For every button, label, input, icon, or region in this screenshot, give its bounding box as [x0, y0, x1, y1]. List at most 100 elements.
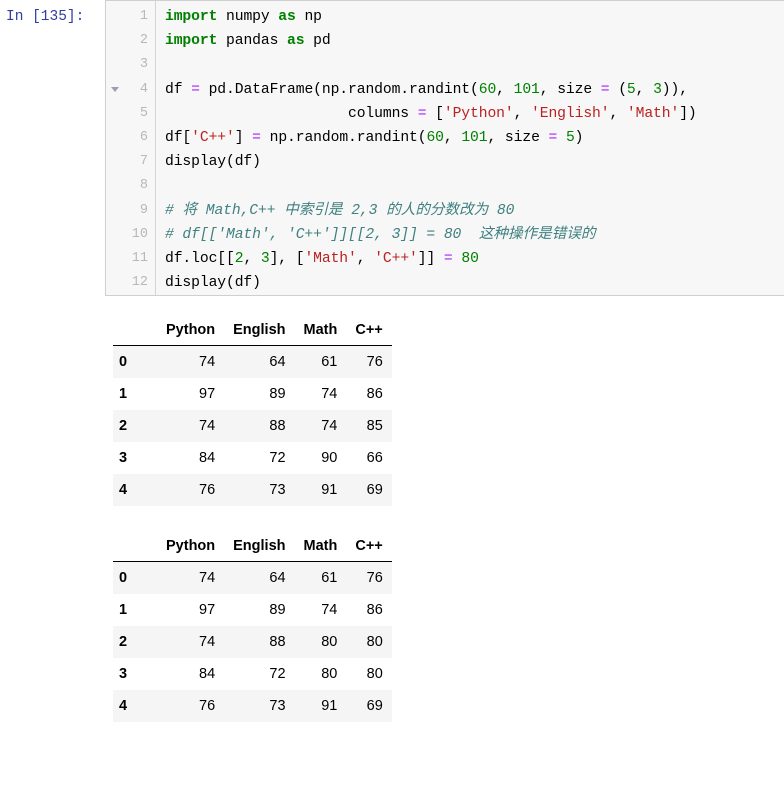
code-token: ( [609, 81, 627, 98]
code-content[interactable]: import numpy as np import pandas as pd df… [156, 1, 784, 295]
row-index-cell: 1 [119, 602, 128, 618]
table-cell: 89 [269, 602, 286, 618]
table-cell: 74 [199, 354, 216, 370]
row-index-cell: 2 [119, 634, 128, 650]
row-index-cell: 4 [119, 482, 128, 498]
code-token: 5 [626, 81, 636, 98]
table-row: 0 74 64 61 76 [113, 345, 392, 378]
code-token: , [635, 81, 654, 98]
table-cell: 69 [366, 698, 383, 714]
code-line: display(df) [165, 150, 784, 174]
code-token: import [165, 9, 218, 25]
table-cell: 90 [321, 450, 338, 466]
line-number: 4 [139, 81, 148, 97]
line-number: 5 [139, 105, 148, 121]
table-header-row: Python English Math C++ [113, 318, 392, 346]
code-token: = [191, 81, 200, 98]
line-number: 1 [139, 9, 148, 24]
line-number: 3 [139, 57, 148, 73]
chevron-down-icon[interactable] [111, 87, 119, 92]
code-token: display(df) [165, 154, 261, 171]
code-line: display(df) [165, 271, 784, 295]
line-number: 10 [131, 226, 148, 242]
row-index-cell: 2 [119, 418, 128, 434]
code-line: columns = ['Python', 'English', 'Math']) [165, 102, 784, 126]
row-index-cell: 3 [119, 666, 128, 682]
table-corner-cell [113, 534, 157, 562]
table-header-row: Python English Math C++ [113, 534, 392, 562]
table-cell: 84 [199, 450, 216, 466]
code-token: = [443, 250, 453, 267]
table-cell: 72 [269, 666, 286, 682]
column-header-cpp: C++ [346, 534, 392, 562]
code-editor-area[interactable]: 1 2 3 4 5 6 7 8 9 10 11 12 import numpy as np import… [105, 0, 784, 296]
row-index-cell: 4 [119, 698, 128, 714]
table-cell: 88 [269, 634, 286, 650]
code-token: , [356, 250, 375, 267]
code-token: , [609, 105, 627, 122]
table-cell: 89 [269, 386, 286, 402]
table-cell: 64 [269, 354, 286, 370]
code-token: np [295, 9, 322, 25]
output-spacer-mid [0, 506, 784, 534]
row-index-cell: 1 [119, 386, 128, 402]
output-spacer-top [0, 296, 784, 318]
output-area-first: Python English Math C++ 0 74 64 61 76 1 97 89 74 86 2 7… [0, 318, 784, 506]
table-cell: 61 [321, 570, 338, 586]
code-token: , [243, 250, 261, 267]
notebook-code-cell[interactable]: In [135]: 1 2 3 4 5 6 7 8 9 10 11 12 import numpy a… [0, 0, 784, 296]
code-token: pandas [217, 33, 288, 50]
code-line: df = pd.DataFrame(np.random.randint(60 , … [165, 78, 784, 102]
code-token: pd.DataFrame(np.random.randint( [199, 81, 479, 98]
code-line: df['C++'] = np.random.randint(60, 101, s… [165, 126, 784, 150]
table-cell: 74 [321, 602, 338, 618]
code-token: numpy [217, 9, 279, 25]
table-cell: 74 [199, 634, 216, 650]
line-number: 9 [139, 202, 148, 218]
table-cell: 86 [366, 602, 383, 618]
table-cell: 97 [199, 602, 216, 618]
code-token: 60 [426, 129, 444, 146]
row-index-cell: 0 [119, 354, 128, 370]
table-cell: 86 [366, 386, 383, 402]
table-row: 3 84 72 90 66 [113, 442, 392, 474]
table-row: 2 74 88 74 85 [113, 410, 392, 442]
code-token: ] [234, 129, 253, 146]
code-line: df.loc[[2, 3], ['Math', 'C++']] = 80 [165, 247, 784, 271]
code-token: as [287, 33, 305, 50]
code-token: 'Python' [443, 105, 514, 122]
code-line: # df[['Math', 'C++']][[2, 3]] = 80 这种操作是… [165, 223, 784, 247]
column-header-english: English [224, 534, 295, 562]
code-token: 'Math' [304, 250, 357, 267]
code-token: # 将 Math,C++ 中索引是 2,3 的人的分数改为 80 [165, 202, 515, 219]
code-token: 101 [513, 81, 540, 98]
code-line: import pandas as pd [165, 29, 784, 53]
code-token: 3 [653, 81, 662, 98]
row-index-cell: 3 [119, 450, 128, 466]
code-token: ) [574, 129, 584, 146]
dataframe-table-before: Python English Math C++ 0 74 64 61 76 1 97 89 74 86 2 7… [113, 318, 392, 506]
code-token: )), [661, 81, 688, 98]
code-fold-gutter[interactable] [106, 1, 124, 295]
code-token: # df[['Math', 'C++']][[2, 3]] = 80 这种操作是… [165, 226, 596, 243]
line-number: 2 [139, 33, 148, 49]
table-cell: 74 [199, 570, 216, 586]
table-cell: 76 [366, 570, 383, 586]
code-token: 5 [565, 129, 575, 146]
line-number: 7 [139, 154, 148, 170]
code-token: 3 [260, 250, 270, 267]
table-row: 2 74 88 80 80 [113, 626, 392, 658]
table-cell: 80 [321, 666, 338, 682]
table-cell: 74 [321, 386, 338, 402]
line-number: 11 [131, 251, 148, 267]
table-cell: 74 [321, 418, 338, 434]
code-token: ]] [417, 250, 444, 267]
column-header-cpp: C++ [346, 318, 392, 346]
code-token: , size [487, 129, 549, 146]
table-cell: 66 [366, 450, 383, 466]
row-index-cell: 0 [119, 570, 128, 586]
line-number-gutter: 1 2 3 4 5 6 7 8 9 10 11 12 [124, 1, 156, 295]
